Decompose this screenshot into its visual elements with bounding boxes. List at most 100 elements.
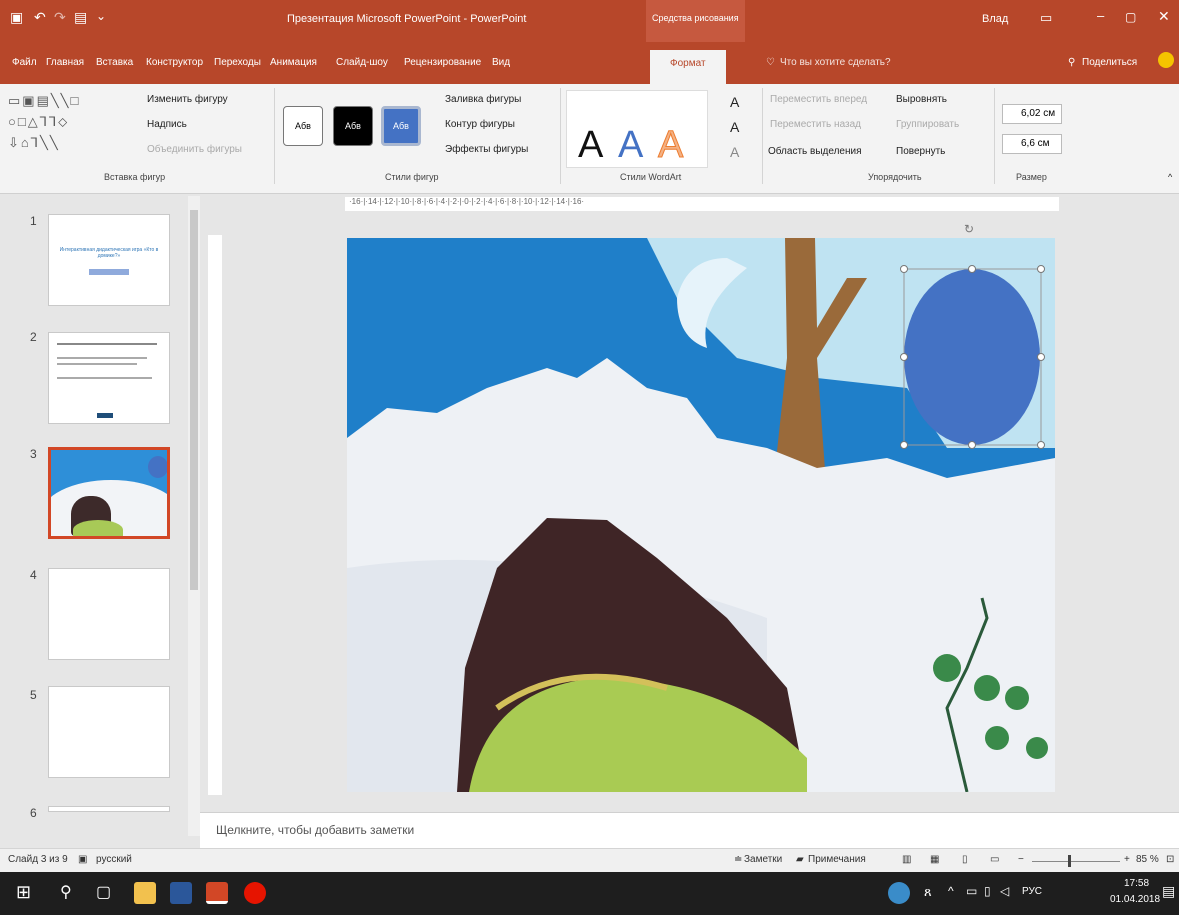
wordart-style-blue[interactable]: A [618,124,643,167]
rotate-handle-icon[interactable]: ↻ [964,222,974,236]
reading-view-icon[interactable]: ▯ [962,854,968,865]
text-fill-icon[interactable]: A [730,94,739,110]
volume-icon[interactable]: ◁ [1000,884,1009,898]
resize-handle-sw[interactable] [900,441,908,449]
spellcheck-icon[interactable]: ▣ [78,854,87,865]
slideshow-view-icon[interactable]: ▭ [990,854,999,865]
slide-thumbnail-4[interactable] [48,568,170,660]
normal-view-icon[interactable]: ▥ [902,854,911,865]
help-icon[interactable] [888,882,910,904]
text-effects-icon[interactable]: A [730,144,739,160]
qat-customize-icon[interactable]: ⌄ [96,9,106,23]
search-icon[interactable]: ⚲ [60,882,72,902]
slide-thumbnail-5[interactable] [48,686,170,778]
change-shape-button[interactable]: Изменить фигуру [147,94,228,105]
shape-height-field[interactable]: 6,02 см [1002,104,1062,124]
smiley-icon[interactable] [1158,52,1174,68]
resize-handle-e[interactable] [1037,353,1045,361]
shape-style-preset-black[interactable]: Абв [333,106,373,146]
task-view-icon[interactable]: ▢ [96,882,111,902]
tab-format[interactable]: Формат [650,50,726,84]
shapes-gallery-icon[interactable]: ⇩⌂⅂╲╲ [8,135,60,150]
tab-animations[interactable]: Анимация [270,57,317,68]
thumbnail-scrollbar[interactable] [188,196,200,836]
ribbon-display-icon[interactable]: ▭ [1040,10,1052,26]
resize-handle-s[interactable] [968,441,976,449]
tab-review[interactable]: Рецензирование [404,57,481,68]
notifications-icon[interactable]: ▤ [1162,883,1175,900]
yandex-browser-icon[interactable] [244,882,266,904]
scrollbar-thumb[interactable] [190,210,198,590]
send-backward-button[interactable]: Переместить назад [770,119,861,130]
zoom-out-icon[interactable]: − [1018,854,1024,865]
selected-oval-shape[interactable] [904,269,1040,445]
resize-handle-n[interactable] [968,265,976,273]
zoom-in-icon[interactable]: + [1124,854,1130,865]
language-indicator[interactable]: русский [96,854,132,865]
shapes-gallery-icon[interactable]: ▭▣▤╲╲□ [8,93,80,108]
clock-date[interactable]: 01.04.2018 [1110,894,1160,905]
resize-handle-se[interactable] [1037,441,1045,449]
shape-effects-button[interactable]: Эффекты фигуры [445,144,528,155]
collapse-ribbon-icon[interactable]: ^ [1168,172,1172,182]
tab-insert[interactable]: Вставка [96,57,133,68]
slide-sorter-icon[interactable]: ▦ [930,854,939,865]
shapes-gallery-icon[interactable]: ○□△⅂⅂⬦ [8,114,69,129]
notes-pane[interactable]: Щелкните, чтобы добавить заметки [200,812,1179,848]
shape-width-field[interactable]: 6,6 см [1002,134,1062,154]
share-button[interactable]: Поделиться [1082,57,1137,68]
start-slideshow-icon[interactable]: ▤ [74,9,87,26]
fit-slide-icon[interactable]: ⊡ [1166,854,1174,865]
shape-style-preset-white[interactable]: Абв [283,106,323,146]
tab-file[interactable]: Файл [12,57,37,68]
word-icon[interactable] [170,882,192,904]
comments-button[interactable]: Примечания [808,854,866,865]
align-button[interactable]: Выровнять [896,94,947,105]
user-name[interactable]: Влад [982,13,1008,25]
redo-icon[interactable]: ↷ [54,9,66,26]
minimize-icon[interactable]: – [1097,8,1104,23]
slide-thumbnail-3[interactable] [48,447,170,539]
input-language[interactable]: РУС [1022,886,1042,897]
resize-handle-nw[interactable] [900,265,908,273]
shape-outline-button[interactable]: Контур фигуры [445,119,515,130]
file-explorer-icon[interactable] [134,882,156,904]
tab-view[interactable]: Вид [492,57,510,68]
wordart-style-black[interactable]: A [578,124,603,167]
zoom-level[interactable]: 85 % [1136,854,1159,865]
resize-handle-w[interactable] [900,353,908,361]
powerpoint-icon[interactable] [206,882,228,904]
wordart-style-orange[interactable]: A [657,124,683,167]
bring-forward-button[interactable]: Переместить вперед [770,94,867,105]
undo-icon[interactable]: ↶ [34,9,46,26]
battery-icon[interactable]: ▯ [984,884,991,898]
rotate-button[interactable]: Повернуть [896,146,945,157]
clock-time[interactable]: 17:58 [1124,878,1149,889]
tab-design[interactable]: Конструктор [146,57,203,68]
zoom-slider-thumb[interactable] [1068,855,1071,867]
shape-fill-button[interactable]: Заливка фигуры [445,94,521,105]
group-button[interactable]: Группировать [896,119,959,130]
network-icon[interactable]: ▭ [966,884,977,898]
text-box-button[interactable]: Надпись [147,119,187,130]
zoom-slider[interactable] [1032,861,1120,862]
maximize-icon[interactable]: ▢ [1125,10,1136,24]
shapes-gallery[interactable]: ▭▣▤╲╲□ ○□△⅂⅂⬦ ⇩⌂⅂╲╲ [8,90,134,156]
tab-transitions[interactable]: Переходы [214,57,261,68]
people-icon[interactable]: ጸ [924,884,932,900]
slide-thumbnail-1[interactable]: Интерактивная дидактическая игра «Кто в … [48,214,170,306]
windows-start-icon[interactable]: ⊞ [16,882,31,903]
slide-canvas[interactable] [347,238,1055,792]
close-icon[interactable]: ✕ [1158,8,1170,25]
slide-thumbnail-6[interactable] [48,806,170,812]
notes-button[interactable]: Заметки [744,854,782,865]
selection-pane-button[interactable]: Область выделения [768,146,862,157]
text-outline-icon[interactable]: A [730,119,739,135]
slide-thumbnail-2[interactable] [48,332,170,424]
shape-style-preset-blue[interactable]: Абв [381,106,421,146]
tab-slideshow[interactable]: Слайд-шоу [336,57,388,68]
tray-expand-icon[interactable]: ^ [948,884,954,898]
save-icon[interactable]: ▣ [10,9,23,26]
resize-handle-ne[interactable] [1037,265,1045,273]
tab-home[interactable]: Главная [46,57,84,68]
